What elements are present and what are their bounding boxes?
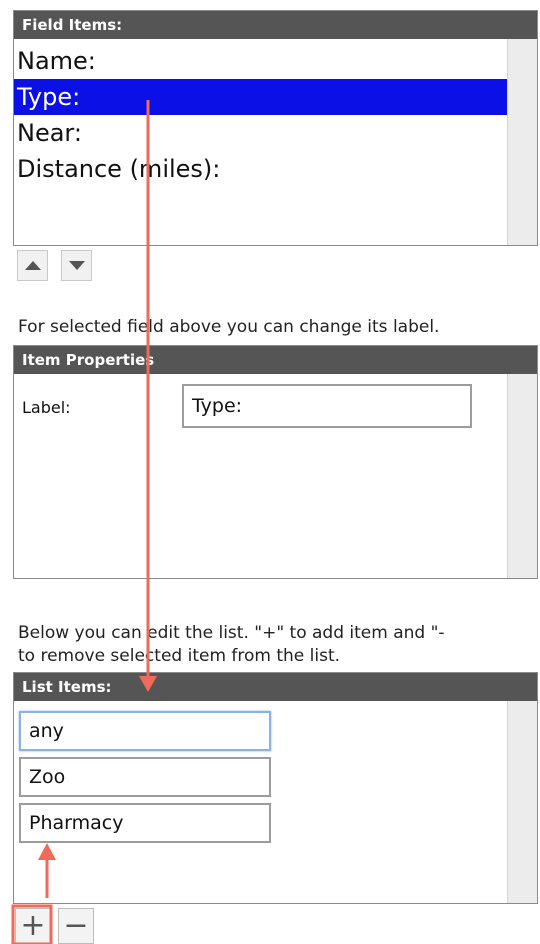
remove-item-button[interactable]: − (58, 908, 94, 944)
field-items-header: Field Items: (14, 11, 537, 39)
field-hint-text: For selected field above you can change … (18, 317, 440, 337)
field-item-name[interactable]: Name: (14, 43, 507, 79)
item-properties-panel: Item Properties Label: Type: (13, 345, 538, 579)
list-items-header: List Items: (14, 673, 537, 701)
field-item-type[interactable]: Type: (14, 79, 507, 115)
list-item-input-zoo[interactable]: Zoo (19, 757, 271, 797)
move-down-button[interactable] (61, 250, 92, 281)
field-items-scrollbar[interactable] (507, 39, 537, 245)
list-hint-line1: Below you can edit the list. "+" to add … (18, 623, 445, 643)
label-caption: Label: (22, 398, 71, 417)
list-items-panel: List Items: any Zoo Pharmacy (13, 672, 538, 904)
item-properties-header: Item Properties (14, 346, 537, 374)
list-item-input-any[interactable]: any (19, 711, 271, 751)
down-arrow-icon (68, 261, 85, 270)
item-properties-scrollbar[interactable] (507, 374, 537, 578)
list-item-input-pharmacy[interactable]: Pharmacy (19, 803, 271, 843)
move-up-button[interactable] (17, 250, 48, 281)
field-item-distance[interactable]: Distance (miles): (14, 151, 507, 187)
field-items-list[interactable]: Name: Type: Near: Distance (miles): (14, 43, 507, 187)
field-items-panel: Field Items: Name: Type: Near: Distance … (13, 10, 538, 246)
list-items-scrollbar[interactable] (507, 701, 537, 903)
field-item-near[interactable]: Near: (14, 115, 507, 151)
label-input[interactable]: Type: (182, 384, 472, 428)
up-arrow-icon (24, 261, 41, 270)
add-item-button[interactable]: + (15, 908, 51, 944)
list-hint-line2: to remove selected item from the list. (18, 646, 341, 666)
